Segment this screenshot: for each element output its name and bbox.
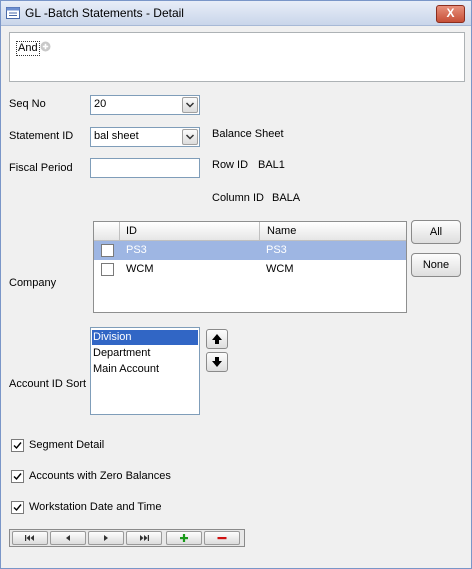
delete-record-icon [217, 537, 227, 540]
last-record-button[interactable] [126, 531, 162, 545]
segment-detail-label: Segment Detail [29, 439, 105, 451]
chevron-down-icon[interactable] [182, 97, 198, 113]
row-id-value: BAL1 [258, 159, 285, 171]
last-record-icon [140, 535, 149, 541]
segment-detail-checkbox[interactable] [11, 439, 24, 452]
add-record-button[interactable] [166, 531, 202, 545]
filter-operator[interactable]: And [16, 41, 40, 56]
company-id-cell: WCM [126, 263, 154, 275]
account-sort-list[interactable]: Division Department Main Account [90, 327, 200, 415]
column-header-name[interactable]: Name [261, 222, 406, 240]
statement-id-label: Statement ID [9, 130, 74, 142]
arrow-up-icon [212, 334, 222, 344]
company-grid-header: ID Name [94, 222, 406, 241]
account-sort-label: Account ID Sort [9, 378, 87, 390]
list-item[interactable]: Division [92, 330, 198, 345]
workstation-datetime-label: Workstation Date and Time [29, 501, 162, 513]
column-id-label: Column ID [212, 192, 264, 204]
close-icon: X [446, 6, 455, 20]
column-header-id[interactable]: ID [120, 222, 260, 240]
company-grid: ID Name PS3 PS3 WCM WCM [93, 221, 407, 313]
record-navigator [9, 529, 245, 547]
prev-record-icon [66, 535, 70, 541]
company-id-cell: PS3 [126, 244, 147, 256]
row-checkbox[interactable] [101, 263, 114, 276]
prev-record-button[interactable] [50, 531, 86, 545]
table-row[interactable]: WCM WCM [94, 260, 406, 279]
form-icon [6, 7, 20, 19]
seq-no-value: 20 [94, 98, 107, 110]
title-bar: GL -Batch Statements - Detail X [1, 1, 471, 26]
list-item[interactable]: Department [92, 346, 198, 361]
zero-balances-label: Accounts with Zero Balances [29, 470, 171, 482]
fiscal-period-label: Fiscal Period [9, 162, 73, 174]
company-name-cell: WCM [266, 263, 294, 275]
next-record-icon [104, 535, 108, 541]
statement-id-value: bal sheet [94, 130, 139, 142]
arrow-down-icon [212, 357, 222, 367]
move-down-button[interactable] [206, 352, 228, 372]
add-condition-icon[interactable] [40, 41, 51, 52]
seq-no-label: Seq No [9, 98, 46, 110]
row-id-label: Row ID [212, 159, 249, 171]
column-id-value: BALA [272, 192, 301, 204]
workstation-datetime-checkbox[interactable] [11, 501, 24, 514]
fiscal-period-field[interactable] [90, 158, 200, 178]
select-none-button[interactable]: None [411, 253, 461, 277]
window-title: GL -Batch Statements - Detail [25, 6, 184, 20]
move-up-button[interactable] [206, 329, 228, 349]
seq-no-select[interactable]: 20 [90, 95, 200, 115]
checkmark-icon [13, 473, 22, 481]
list-item[interactable]: Main Account [92, 362, 198, 377]
first-record-icon [25, 535, 34, 541]
checkmark-icon [13, 442, 22, 450]
select-all-column[interactable] [94, 222, 120, 240]
detail-form: And Seq No 20 Statement ID bal sheet Bal… [1, 26, 471, 568]
zero-balances-checkbox[interactable] [11, 470, 24, 483]
filter-builder[interactable]: And [9, 32, 465, 82]
close-button[interactable]: X [436, 5, 465, 23]
delete-record-button[interactable] [204, 531, 240, 545]
chevron-down-icon[interactable] [182, 129, 198, 145]
row-checkbox[interactable] [101, 244, 114, 257]
statement-id-select[interactable]: bal sheet [90, 127, 200, 147]
batch-statements-window: GL -Batch Statements - Detail X And Seq … [0, 0, 472, 569]
select-all-button[interactable]: All [411, 220, 461, 244]
first-record-button[interactable] [12, 531, 48, 545]
next-record-button[interactable] [88, 531, 124, 545]
company-label: Company [9, 277, 57, 289]
add-record-icon [180, 534, 188, 542]
company-name-cell: PS3 [266, 244, 287, 256]
checkmark-icon [13, 504, 22, 512]
statement-description: Balance Sheet [212, 128, 284, 140]
table-row[interactable]: PS3 PS3 [94, 241, 406, 260]
